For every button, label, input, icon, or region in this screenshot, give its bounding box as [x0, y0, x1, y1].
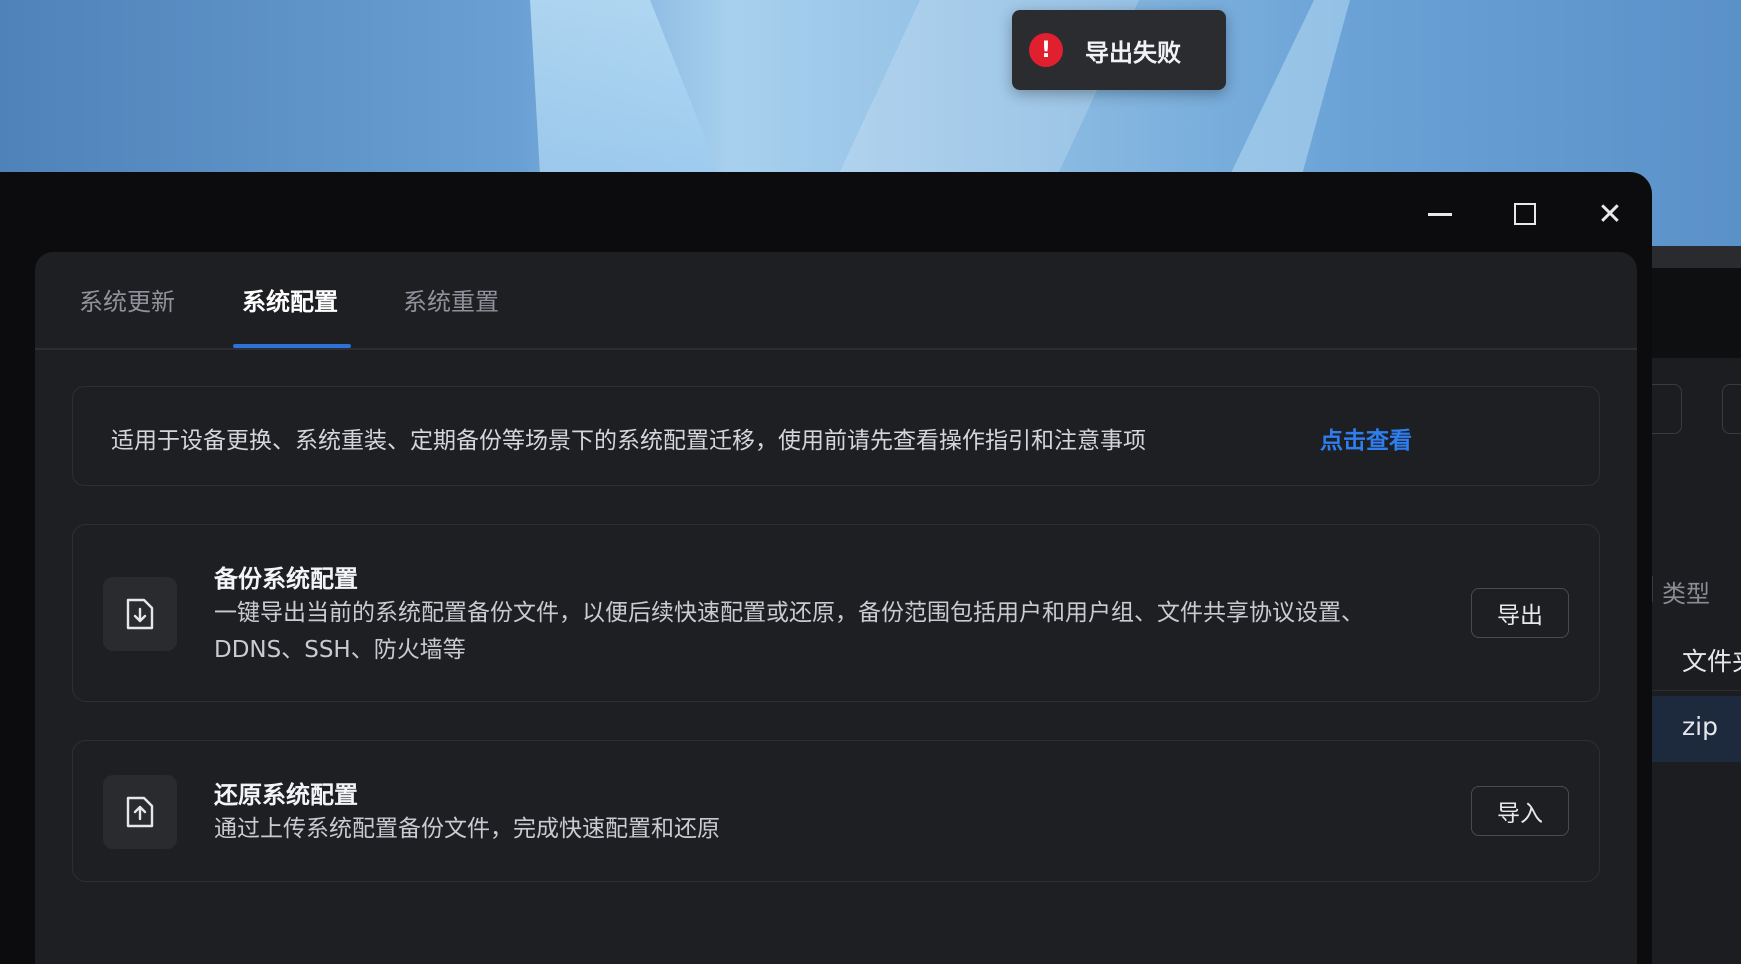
import-button[interactable]: 导入 — [1471, 786, 1569, 836]
column-divider — [1652, 576, 1653, 602]
tab-system-update[interactable]: 系统更新 — [79, 282, 175, 317]
tab-bar: 系统更新 系统配置 系统重置 — [35, 252, 1637, 350]
restore-config-card: 还原系统配置 通过上传系统配置备份文件，完成快速配置和还原 导入 — [72, 740, 1600, 882]
active-tab-indicator — [233, 344, 351, 348]
content-panel: 系统更新 系统配置 系统重置 适用于设备更换、系统重装、定期备份等场景下的系统配… — [35, 252, 1637, 964]
background-window-titlebar — [1640, 246, 1741, 268]
exclamation-icon: ! — [1029, 33, 1063, 67]
card-title: 还原系统配置 — [214, 781, 358, 809]
tab-system-config[interactable]: 系统配置 — [242, 282, 338, 317]
table-cell-type: zip — [1682, 712, 1718, 741]
error-toast: ! 导出失败 — [1012, 10, 1226, 90]
background-filter-button[interactable] — [1722, 384, 1741, 434]
file-upload-icon — [103, 775, 177, 849]
info-notice: 适用于设备更换、系统重装、定期备份等场景下的系统配置迁移，使用前请先查看操作指引… — [72, 386, 1600, 486]
table-row-selected[interactable]: zip — [1640, 696, 1741, 762]
table-row[interactable]: 文件夹 — [1640, 628, 1741, 691]
tab-system-reset[interactable]: 系统重置 — [403, 282, 499, 317]
close-button[interactable]: ✕ — [1590, 194, 1630, 234]
wallpaper-shape — [530, 0, 720, 175]
view-guide-link[interactable]: 点击查看 — [1320, 421, 1412, 455]
close-icon: ✕ — [1597, 196, 1623, 232]
file-download-icon — [103, 577, 177, 651]
minimize-button[interactable] — [1420, 194, 1460, 234]
column-header-type[interactable]: 类型 — [1662, 574, 1710, 609]
maximize-icon — [1514, 203, 1536, 225]
background-window-header — [1640, 268, 1741, 358]
maximize-button[interactable] — [1505, 194, 1545, 234]
settings-window: ✕ 系统更新 系统配置 系统重置 适用于设备更换、系统重装、定期备份等场景下的系… — [0, 172, 1652, 964]
backup-config-card: 备份系统配置 一键导出当前的系统配置备份文件，以便后续快速配置或还原，备份范围包… — [72, 524, 1600, 702]
background-window[interactable]: 类型 文件夹 zip — [1620, 246, 1741, 964]
export-button[interactable]: 导出 — [1471, 588, 1569, 638]
wallpaper-shape — [1230, 0, 1350, 175]
notice-text: 适用于设备更换、系统重装、定期备份等场景下的系统配置迁移，使用前请先查看操作指引… — [111, 428, 1146, 454]
table-cell-type: 文件夹 — [1682, 647, 1741, 676]
card-title: 备份系统配置 — [214, 565, 358, 593]
card-description: 一键导出当前的系统配置备份文件，以便后续快速配置或还原，备份范围包括用户和用户组… — [214, 600, 1364, 663]
toast-message: 导出失败 — [1085, 38, 1181, 67]
minimize-icon — [1428, 212, 1452, 216]
card-description: 通过上传系统配置备份文件，完成快速配置和还原 — [214, 816, 720, 842]
